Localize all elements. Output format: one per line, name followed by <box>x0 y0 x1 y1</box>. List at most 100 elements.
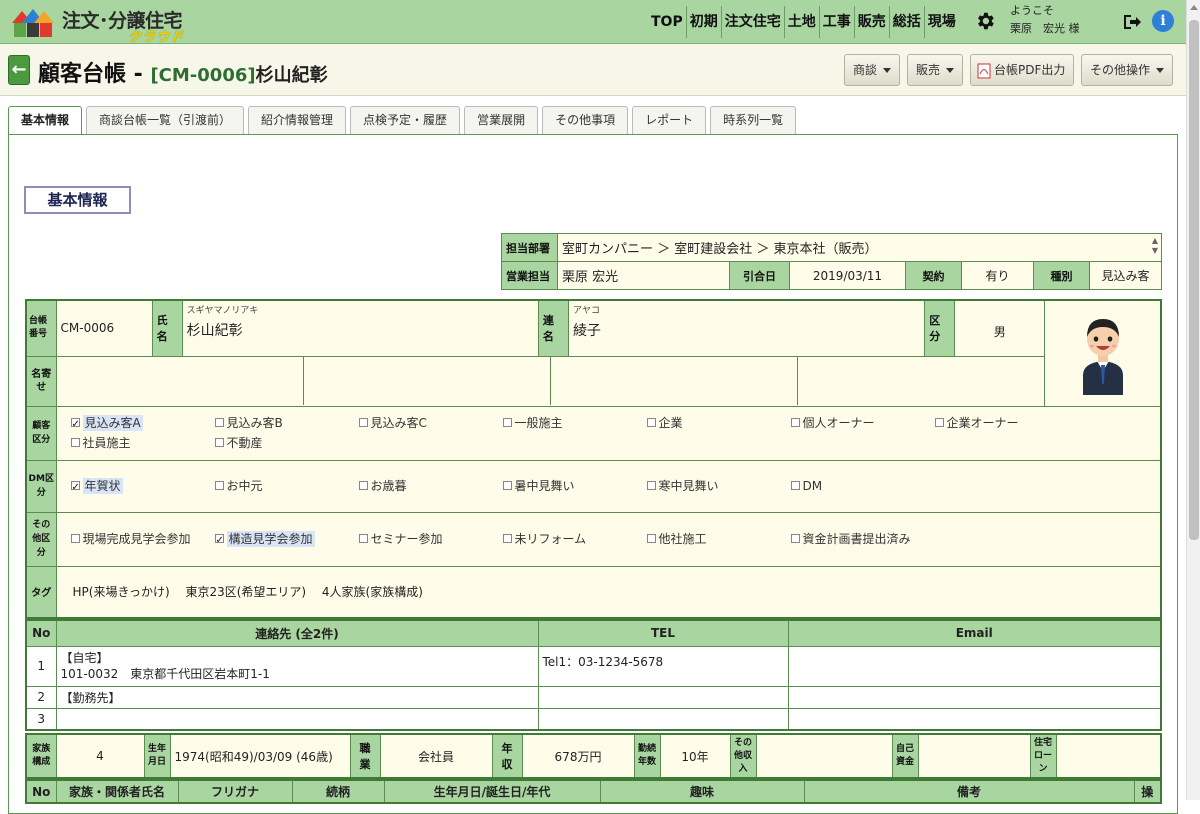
nav-sales[interactable]: 販売 <box>853 6 889 38</box>
nav-initial[interactable]: 初期 <box>685 6 721 38</box>
dm-type-option[interactable]: DM <box>790 476 935 496</box>
checkbox[interactable] <box>790 418 800 427</box>
pdf-export-button[interactable]: 台帳PDF出力 <box>970 54 1075 86</box>
option-label: 見込み客C <box>370 416 427 430</box>
option-label: お歳暮 <box>370 479 407 493</box>
nav-land[interactable]: 土地 <box>783 6 819 38</box>
email-header: Email <box>787 619 1162 647</box>
dm-type-option[interactable]: 寒中見舞い <box>646 476 791 496</box>
logo-subtitle: クラウド <box>128 30 185 45</box>
checkbox[interactable] <box>934 418 944 427</box>
checkbox[interactable] <box>70 534 80 543</box>
dm-type-option[interactable]: お歳暮 <box>358 476 503 496</box>
info-icon[interactable]: i <box>1152 10 1174 32</box>
customer-type-options: 見込み客A 見込み客B 見込み客C 一般施主 企業 個人オーナー 企業オーナー社員施主 不動産 <box>55 405 1162 461</box>
negotiation-dropdown-button[interactable]: 商談 <box>844 54 901 86</box>
app-logo[interactable]: 注文･分譲住宅 クラウド <box>8 3 198 45</box>
tab-other[interactable]: その他事項 <box>542 106 629 134</box>
checkbox[interactable] <box>214 418 224 427</box>
checkbox[interactable] <box>790 534 800 543</box>
tab-inspection[interactable]: 点検予定・履歴 <box>350 106 461 134</box>
name-kana: スギヤマノリアキ <box>186 306 259 316</box>
back-arrow-icon[interactable]: ← <box>8 55 30 85</box>
table-row[interactable]: 1 【自宅】 101-0032 東京都千代田区岩本町1-1 Tel1：03-12… <box>25 645 1162 687</box>
other-actions-label: その他操作 <box>1090 63 1151 77</box>
checkbox[interactable] <box>646 418 656 427</box>
title-bar: ← 顧客台帳 - [CM-0006]杉山紀彰 商談 販売 台帳PDF出力 その他… <box>0 44 1186 96</box>
tab-basic-info[interactable]: 基本情報 <box>8 106 83 135</box>
naiyose-slot[interactable] <box>57 357 304 405</box>
checkbox[interactable] <box>502 418 512 427</box>
tab-negotiation-list[interactable]: 商談台帳一覧（引渡前） <box>86 106 245 134</box>
dm-type-options: 年賀状 お中元 お歳暮 暑中見舞い 寒中見舞い DM <box>55 459 1162 513</box>
dm-type-option[interactable]: 暑中見舞い <box>502 476 647 496</box>
customer-type-option[interactable]: 個人オーナー <box>790 413 935 433</box>
tab-timeline[interactable]: 時系列一覧 <box>710 106 797 134</box>
dm-type-option[interactable]: お中元 <box>214 476 359 496</box>
contact-header: 連絡先 (全2件) <box>55 619 539 647</box>
checkbox[interactable] <box>358 418 368 427</box>
naiyose-slot[interactable] <box>551 357 799 405</box>
customer-type-option[interactable]: 見込み客C <box>358 413 503 433</box>
customer-type-option[interactable]: 社員施主 <box>70 433 215 453</box>
nav-top[interactable]: TOP <box>648 6 686 38</box>
nav-construction[interactable]: 工事 <box>818 6 854 38</box>
customer-table: 台帳番号 CM-0006 氏名 スギヤマノリアキ 杉山紀彰 連名 アヤコ 綾子 … <box>25 299 1162 619</box>
sales-dropdown-button[interactable]: 販売 <box>907 54 964 86</box>
dm-type-option[interactable]: 年賀状 <box>70 476 215 498</box>
customer-type-option[interactable]: 一般施主 <box>502 413 647 433</box>
type-value: 見込み客 <box>1089 261 1162 290</box>
checkbox[interactable] <box>214 531 224 551</box>
other-type-option[interactable]: 構造見学会参加 <box>214 529 359 551</box>
checkbox[interactable] <box>646 481 656 490</box>
checkbox[interactable] <box>358 534 368 543</box>
option-label: 企業 <box>658 416 683 430</box>
tab-referral[interactable]: 紹介情報管理 <box>248 106 347 134</box>
customer-type-option[interactable]: 企業オーナー <box>934 413 1079 433</box>
sales-label: 販売 <box>916 63 941 77</box>
other-type-option[interactable]: 現場完成見学会参加 <box>70 529 215 549</box>
job-value: 会社員 <box>379 733 493 779</box>
customer-type-option[interactable]: 企業 <box>646 413 791 433</box>
other-income-label: その他収入 <box>729 733 757 779</box>
other-actions-dropdown-button[interactable]: その他操作 <box>1081 54 1174 86</box>
dm-type-label: DM区分 <box>25 459 57 513</box>
table-row[interactable]: 2 【勤務先】 <box>25 685 1162 709</box>
checkbox[interactable] <box>646 534 656 543</box>
page-scrollbar[interactable] <box>1186 0 1200 800</box>
nav-summary[interactable]: 総括 <box>888 6 924 38</box>
nav-custom-house[interactable]: 注文住宅 <box>720 6 784 38</box>
checkbox[interactable] <box>70 478 80 498</box>
tab-sales-activity[interactable]: 営業展開 <box>464 106 539 134</box>
scroll-up-icon[interactable] <box>1190 5 1198 10</box>
tel-cell: Tel1：03-1234-5678 <box>537 645 789 687</box>
customer-type-option[interactable]: 見込み客A <box>70 413 215 435</box>
checkbox[interactable] <box>214 481 224 490</box>
logout-icon[interactable] <box>1122 12 1142 32</box>
naiyose-slot[interactable] <box>304 357 551 405</box>
checkbox[interactable] <box>70 438 80 447</box>
other-type-option[interactable]: 未リフォーム <box>502 529 647 549</box>
negotiation-label: 商談 <box>853 63 878 77</box>
nav-site[interactable]: 現場 <box>923 6 959 38</box>
naiyose-slot[interactable] <box>798 357 1044 405</box>
checkbox[interactable] <box>502 534 512 543</box>
other-type-option[interactable]: 資金計画書提出済み <box>790 529 935 549</box>
checkbox[interactable] <box>502 481 512 490</box>
other-type-option[interactable]: セミナー参加 <box>358 529 503 549</box>
row-no: 1 <box>25 645 57 687</box>
tab-report[interactable]: レポート <box>632 106 707 134</box>
table-row[interactable]: 3 <box>25 707 1162 731</box>
checkbox[interactable] <box>70 415 80 435</box>
customer-type-option[interactable]: 見込み客B <box>214 413 359 433</box>
avatar[interactable] <box>1044 299 1162 407</box>
other-type-option[interactable]: 他社施工 <box>646 529 791 549</box>
gear-icon[interactable] <box>974 10 996 32</box>
checkbox[interactable] <box>214 438 224 447</box>
checkbox[interactable] <box>358 481 368 490</box>
scroll-arrows-icon[interactable]: ▲ ▼ <box>1152 236 1158 256</box>
page-title: 顧客台帳 - [CM-0006]杉山紀彰 <box>38 56 328 88</box>
scrollbar-thumb[interactable] <box>1189 20 1199 540</box>
checkbox[interactable] <box>790 481 800 490</box>
customer-type-option[interactable]: 不動産 <box>214 433 359 453</box>
